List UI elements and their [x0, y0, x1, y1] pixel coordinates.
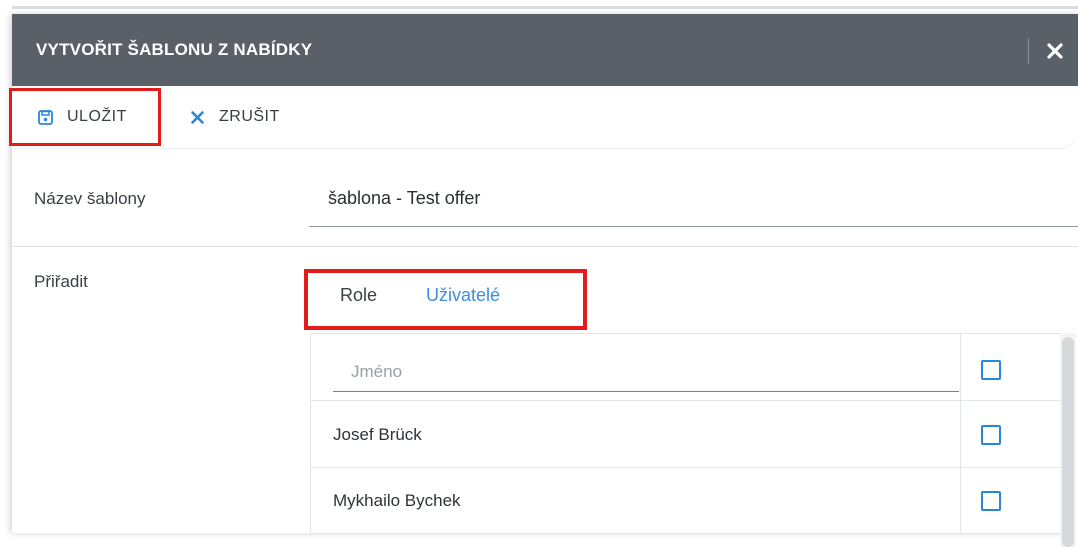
dialog-title: VYTVOŘIT ŠABLONU Z NABÍDKY: [36, 40, 313, 59]
close-button[interactable]: [1038, 36, 1072, 66]
user-name: Josef Brück: [333, 425, 422, 444]
scrollbar-thumb[interactable]: [1062, 337, 1074, 547]
cell-divider: [960, 334, 961, 400]
users-table: Josef Brück Mykhailo Bychek: [310, 333, 1061, 534]
table-scrollbar[interactable]: [1060, 333, 1076, 547]
user-name: Mykhailo Bychek: [333, 491, 461, 510]
save-button-label: ULOŽIT: [67, 108, 127, 125]
close-icon: [1047, 43, 1063, 59]
user-checkbox[interactable]: [981, 425, 1001, 445]
tab-role[interactable]: Role: [340, 285, 377, 306]
cancel-button[interactable]: ZRUŠIT: [190, 86, 280, 148]
table-filter-row: [311, 334, 1061, 401]
dialog-titlebar: VYTVOŘIT ŠABLONU Z NABÍDKY: [12, 14, 1078, 86]
close-icon: [190, 110, 205, 125]
tab-users[interactable]: Uživatelé: [426, 285, 500, 306]
cell-divider: [960, 401, 961, 467]
titlebar-separator: [1028, 38, 1029, 64]
create-template-dialog: VYTVOŘIT ŠABLONU Z NABÍDKY ULOŽIT ZRUŠIT…: [9, 14, 1078, 547]
template-name-label: Název šablony: [34, 189, 146, 208]
assign-tabs: Role Uživatelé: [309, 271, 609, 333]
table-row: Mykhailo Bychek: [311, 467, 1061, 534]
cancel-button-label: ZRUŠIT: [219, 108, 280, 125]
save-button[interactable]: ULOŽIT: [38, 86, 127, 148]
save-icon: [38, 109, 53, 125]
select-all-checkbox[interactable]: [981, 360, 1001, 380]
dialog-toolbar: ULOŽIT ZRUŠIT: [12, 86, 1078, 149]
template-name-underline: [309, 226, 1078, 227]
table-row: Josef Brück: [311, 401, 1061, 468]
template-name-field[interactable]: šablona - Test offer: [328, 188, 480, 209]
user-checkbox[interactable]: [981, 491, 1001, 511]
background-divider: [0, 6, 1078, 9]
background-page-edge: [0, 0, 12, 533]
form-divider: [12, 246, 1078, 247]
cell-divider: [960, 467, 961, 533]
assign-label: Přiřadit: [34, 272, 88, 291]
active-tab-indicator: [412, 327, 562, 330]
name-filter-input[interactable]: [333, 352, 959, 392]
